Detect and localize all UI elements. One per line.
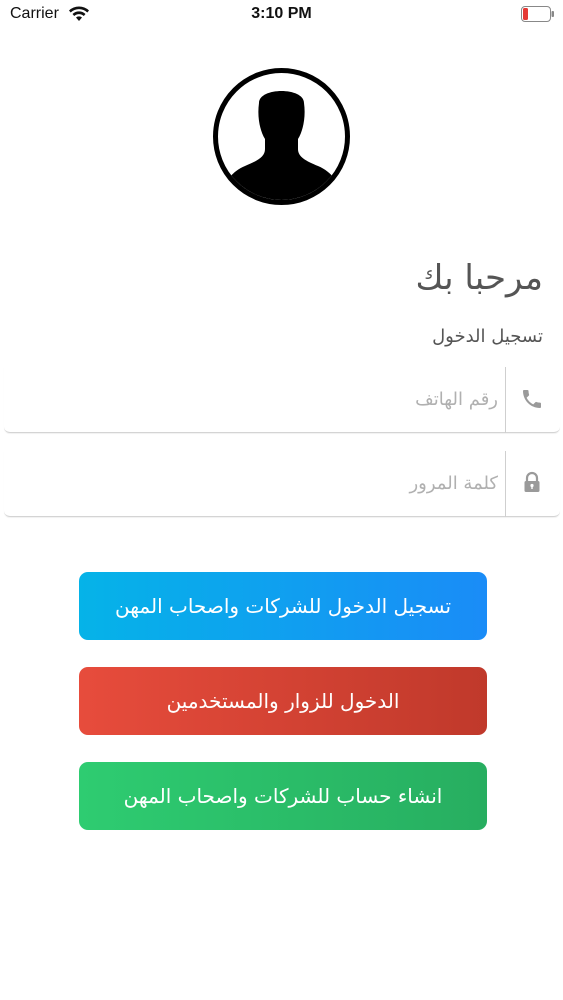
- welcome-title: مرحبا بك: [415, 258, 543, 298]
- person-silhouette-icon: [221, 91, 342, 200]
- phone-field-divider: [505, 367, 506, 433]
- password-field-divider: [505, 451, 506, 517]
- phone-input[interactable]: [18, 367, 498, 432]
- password-input[interactable]: [18, 451, 498, 516]
- password-field: [4, 451, 560, 517]
- business-login-button[interactable]: تسجيل الدخول للشركات واصحاب المهن: [79, 572, 487, 640]
- lock-icon: [524, 471, 540, 492]
- create-account-button[interactable]: انشاء حساب للشركات واصحاب المهن: [79, 762, 487, 830]
- phone-icon: [523, 390, 541, 408]
- login-subtitle: تسجيل الدخول: [432, 326, 543, 347]
- status-bar: Carrier 3:10 PM: [0, 0, 563, 30]
- visitor-login-button[interactable]: الدخول للزوار والمستخدمين: [79, 667, 487, 735]
- phone-field: [4, 367, 560, 433]
- battery-icon: [521, 6, 554, 22]
- avatar: [213, 68, 350, 205]
- status-time: 3:10 PM: [251, 5, 312, 22]
